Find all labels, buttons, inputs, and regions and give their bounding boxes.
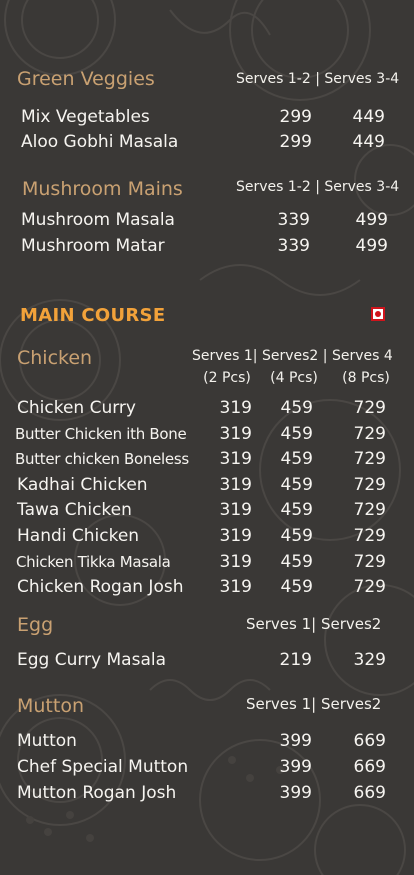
menu-item-name: Mutton Rogan Josh	[17, 783, 177, 803]
menu-item-price: 339	[277, 210, 310, 230]
menu-item-price: 459	[280, 424, 313, 444]
menu-item-price: 669	[353, 757, 386, 777]
menu-item-price: 669	[353, 783, 386, 803]
menu-item-name: Tawa Chicken	[17, 500, 132, 520]
menu-item-price: 319	[219, 449, 252, 469]
mushroom-mains-title: Mushroom Mains	[22, 178, 183, 200]
menu-item-name: Butter Chicken ith Bone	[15, 425, 187, 443]
menu-item-price: 299	[279, 107, 312, 127]
menu-item-name: Mushroom Matar	[21, 236, 165, 256]
menu-item-price: 449	[352, 107, 385, 127]
menu-item-name: Butter chicken Boneless	[15, 450, 189, 468]
mutton-title: Mutton	[17, 695, 85, 717]
egg-title: Egg	[17, 614, 54, 636]
menu-item-price: 729	[353, 449, 386, 469]
mushroom-mains-serves-header: Serves 1-2 | Serves 3-4	[236, 179, 400, 195]
menu-item-price: 459	[280, 475, 313, 495]
non-veg-dot	[375, 311, 381, 317]
chicken-title: Chicken	[17, 347, 93, 369]
menu-item-price: 729	[353, 475, 386, 495]
menu-item-price: 499	[355, 236, 388, 256]
menu-item-price: 319	[219, 424, 252, 444]
menu-item-price: 399	[279, 783, 312, 803]
menu-item-price: 729	[353, 500, 386, 520]
non-veg-indicator-icon	[371, 307, 385, 321]
menu-item-name: Handi Chicken	[17, 526, 140, 546]
menu-item-price: 729	[353, 577, 386, 597]
menu-item-price: 339	[277, 236, 310, 256]
green-veggies-title: Green Veggies	[17, 68, 155, 90]
chicken-serves-col1-pcs: (2 Pcs)	[203, 370, 251, 386]
menu-item-price: 729	[353, 398, 386, 418]
green-veggies-serves-header: Serves 1-2 | Serves 3-4	[236, 71, 400, 87]
menu-item-price: 459	[280, 526, 313, 546]
menu-item-price: 219	[279, 650, 312, 670]
menu-item-name: Chef Special Mutton	[17, 757, 189, 777]
menu-item-price: 459	[280, 449, 313, 469]
menu-item-price: 729	[353, 424, 386, 444]
egg-serves-header: Serves 1| Serves2	[246, 615, 382, 633]
menu-item-name: Mutton	[17, 731, 77, 751]
menu-item-price: 319	[219, 526, 252, 546]
menu-item-price: 399	[279, 731, 312, 751]
menu-item-price: 299	[279, 132, 312, 152]
menu-item-price: 399	[279, 757, 312, 777]
menu-item-name: Chicken Curry	[17, 398, 136, 418]
mutton-serves-header: Serves 1| Serves2	[246, 695, 382, 713]
menu-item-name: Mushroom Masala	[21, 210, 175, 230]
menu-item-name: Mix Vegetables	[21, 107, 150, 127]
menu-item-price: 459	[280, 577, 313, 597]
chicken-serves-col2-pcs: (4 Pcs)	[270, 370, 318, 386]
menu-page: Green Veggies Serves 1-2 | Serves 3-4 Mi…	[0, 0, 414, 875]
menu-item-price: 319	[219, 552, 252, 572]
menu-item-name: Kadhai Chicken	[17, 475, 148, 495]
chicken-serves-header: Serves 1| Serves2 | Serves 4	[192, 348, 393, 364]
menu-item-price: 329	[353, 650, 386, 670]
menu-item-price: 499	[355, 210, 388, 230]
chicken-serves-col3-pcs: (8 Pcs)	[342, 370, 390, 386]
menu-item-price: 459	[280, 500, 313, 520]
menu-item-price: 729	[353, 552, 386, 572]
menu-item-price: 729	[353, 526, 386, 546]
menu-item-price: 459	[280, 398, 313, 418]
menu-item-price: 449	[352, 132, 385, 152]
menu-item-name: Aloo Gobhi Masala	[21, 132, 179, 152]
menu-item-name: Chicken Tikka Masala	[16, 553, 171, 571]
menu-item-price: 319	[219, 500, 252, 520]
menu-item-name: Chicken Rogan Josh	[17, 577, 184, 597]
main-course-heading: MAIN COURSE	[20, 305, 166, 326]
menu-item-name: Egg Curry Masala	[17, 650, 167, 670]
menu-item-price: 669	[353, 731, 386, 751]
menu-item-price: 319	[219, 577, 252, 597]
menu-item-price: 319	[219, 475, 252, 495]
menu-item-price: 459	[280, 552, 313, 572]
menu-item-price: 319	[219, 398, 252, 418]
